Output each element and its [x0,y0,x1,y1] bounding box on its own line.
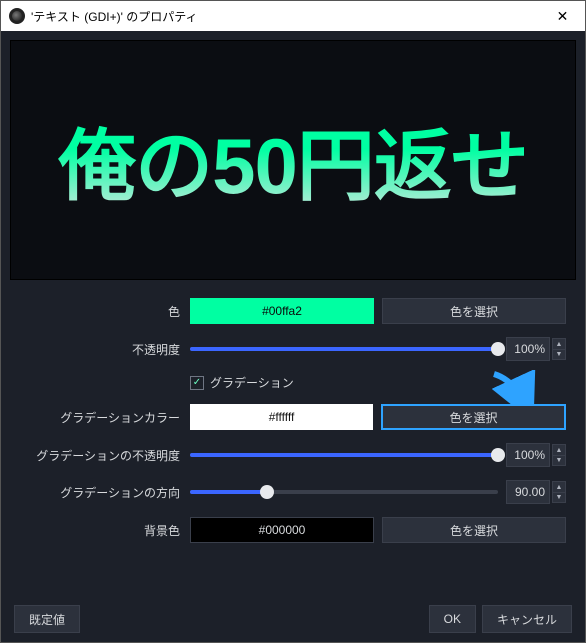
content-area: 俺の50円返せ 色 #00ffa2 色を選択 不透明度 [1,31,585,642]
gradient-checkbox[interactable]: ✓ グラデーション [190,374,294,391]
checkbox-check-icon: ✓ [190,376,204,390]
gradient-color-value-box[interactable]: #ffffff [190,404,373,430]
dialog-footer: 既定値 OK キャンセル [10,599,576,633]
app-icon [9,8,25,24]
gradient-opacity-label: グラデーションの不透明度 [20,447,190,464]
defaults-button[interactable]: 既定値 [14,605,80,633]
bgcolor-pick-button[interactable]: 色を選択 [382,517,566,543]
ok-button[interactable]: OK [429,605,476,633]
spin-down-icon[interactable]: ▼ [552,492,566,503]
spin-up-icon[interactable]: ▲ [552,444,566,455]
bgcolor-value-box[interactable]: #000000 [190,517,374,543]
window-title: 'テキスト (GDI+)' のプロパティ [31,8,540,25]
spin-up-icon[interactable]: ▲ [552,338,566,349]
opacity-slider[interactable] [190,347,498,351]
controls-panel: 色 #00ffa2 色を選択 不透明度 100% [10,280,576,599]
preview-text: 俺の50円返せ [58,104,528,216]
preview-panel: 俺の50円返せ [10,40,576,280]
bgcolor-label: 背景色 [20,522,190,539]
opacity-spinbox[interactable]: 100% ▲▼ [506,337,566,361]
gradient-direction-slider[interactable] [190,490,498,494]
gradient-checkbox-label: グラデーション [210,374,294,391]
color-label: 色 [20,303,190,320]
gradient-direction-label: グラデーションの方向 [20,484,190,501]
close-button[interactable]: ✕ [540,1,585,31]
spin-down-icon[interactable]: ▼ [552,455,566,466]
properties-window: 'テキスト (GDI+)' のプロパティ ✕ 俺の50円返せ 色 #00ffa2… [0,0,586,643]
gradient-opacity-slider[interactable] [190,453,498,457]
gradient-color-pick-button[interactable]: 色を選択 [381,404,566,430]
cancel-button[interactable]: キャンセル [482,605,572,633]
opacity-label: 不透明度 [20,341,190,358]
spin-down-icon[interactable]: ▼ [552,349,566,360]
color-value-box[interactable]: #00ffa2 [190,298,374,324]
gradient-opacity-spinbox[interactable]: 100% ▲▼ [506,443,566,467]
gradient-direction-spinbox[interactable]: 90.00 ▲▼ [506,480,566,504]
gradient-color-label: グラデーションカラー [20,409,190,426]
spin-up-icon[interactable]: ▲ [552,481,566,492]
titlebar[interactable]: 'テキスト (GDI+)' のプロパティ ✕ [1,1,585,31]
color-pick-button[interactable]: 色を選択 [382,298,566,324]
